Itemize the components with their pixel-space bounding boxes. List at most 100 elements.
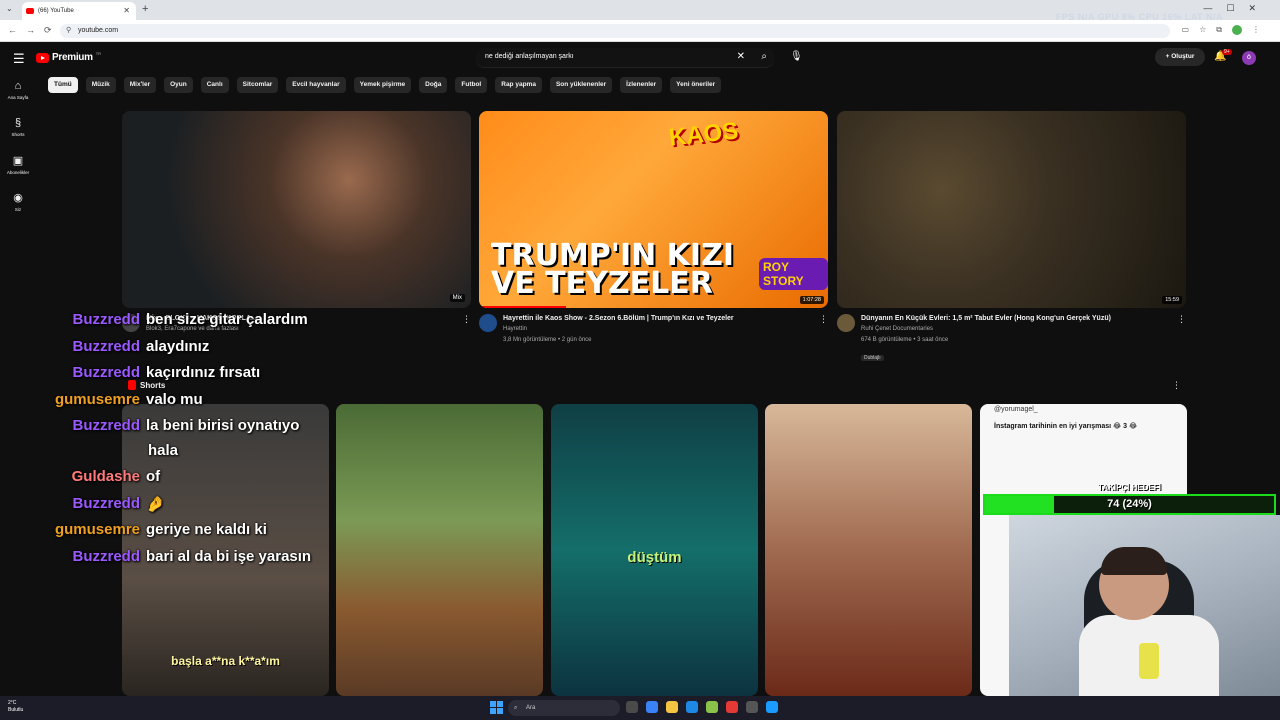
filter-chip[interactable]: İzlenenler [620, 77, 663, 93]
short-caption: düştüm [627, 549, 682, 566]
channel-name[interactable]: Hayrettin [503, 324, 828, 335]
taskbar-app-icon[interactable] [726, 701, 738, 713]
video-thumbnail[interactable]: 15:59 [837, 111, 1186, 308]
microphone-icon[interactable]: 🎙 [790, 51, 803, 62]
video-thumbnail[interactable]: KAOS TRUMP'IN KIZI VE TEYZELER ROY STORY … [479, 111, 828, 308]
sidebar-item[interactable]: ⌂ Ana Sayfa [0, 74, 36, 111]
youtube-premium-logo[interactable]: Premium TR [36, 51, 102, 63]
streamer-webcam [1009, 515, 1280, 696]
filter-chip[interactable]: Evcil hayvanlar [286, 77, 346, 93]
you-icon: ◉ [13, 192, 23, 204]
filter-chip[interactable]: Tümü [48, 77, 78, 93]
tab-title: (66) YouTube [38, 8, 74, 14]
search-input[interactable]: ne dediği anlaşılmayan şarkı ✕ ⌕ [475, 48, 775, 68]
chat-text: of [146, 468, 161, 485]
channel-name[interactable]: Ruhi Çenet Documentaries [861, 324, 1186, 335]
taskbar-app-icon[interactable] [766, 701, 778, 713]
search-icon[interactable]: ⌕ [761, 51, 767, 62]
clear-search-icon[interactable]: ✕ [737, 51, 745, 62]
taskbar-app-icon[interactable] [686, 701, 698, 713]
new-tab-icon[interactable]: + [142, 3, 148, 15]
video-title[interactable]: Hayrettin ile Kaos Show - 2.Sezon 6.Bölü… [503, 314, 828, 324]
filter-chip[interactable]: Sitcomlar [236, 77, 279, 93]
tab-menu-icon[interactable]: ⌄ [6, 4, 13, 13]
chat-message: Buzzredd ben size gitar çalardım [38, 311, 358, 338]
roy-story-logo: ROY STORY [759, 258, 828, 290]
back-icon[interactable]: ← [8, 25, 17, 35]
filter-chip[interactable]: Doğa [419, 77, 448, 93]
video-title[interactable]: Dünyanın En Küçük Evleri: 1,5 m² Tabut E… [861, 314, 1186, 324]
sidebar-item[interactable]: ▣ Abonelikler [0, 148, 36, 185]
chat-message: Buzzredd alaydınız [38, 338, 358, 365]
short-caption: başla a**na k**a*ım [171, 654, 280, 668]
taskbar-app-icon[interactable] [746, 701, 758, 713]
sidebar-item-label: Abonelikler [6, 170, 30, 175]
account-avatar[interactable]: ö [1242, 51, 1256, 65]
video-card[interactable]: KAOS TRUMP'IN KIZI VE TEYZELER ROY STORY … [479, 111, 828, 358]
browser-tab[interactable]: (66) YouTube ✕ [22, 2, 136, 20]
chat-text: ben size gitar çalardım [146, 311, 308, 328]
taskbar-app-icon[interactable] [626, 701, 638, 713]
chat-text: kaçırdınız fırsatı [146, 364, 261, 381]
channel-avatar[interactable] [479, 314, 497, 332]
weather-widget[interactable]: 2°C Bulutlu [8, 700, 23, 714]
bookmark-icon[interactable]: ☆ [1199, 25, 1206, 35]
chat-username: Buzzredd [72, 417, 141, 434]
taskbar-app-icon[interactable] [666, 701, 678, 713]
short-card[interactable] [765, 404, 972, 696]
hamburger-menu-icon[interactable]: ☰ [13, 51, 25, 67]
more-options-icon[interactable]: ⋮ [462, 314, 471, 325]
sidebar-item[interactable]: ◉ Siz [0, 185, 36, 222]
more-options-icon[interactable]: ⋮ [819, 314, 828, 325]
cast-icon[interactable]: ▭ [1182, 25, 1190, 35]
short-handle: @yorumagel_ [994, 406, 1038, 413]
filter-chip[interactable]: Mix'ler [123, 77, 157, 93]
streamer-hair [1101, 547, 1167, 575]
windows-start-icon[interactable] [490, 701, 503, 714]
logo-region: TR [95, 51, 102, 56]
filter-chip[interactable]: Futbol [455, 77, 488, 93]
subscriptions-icon: ▣ [12, 155, 24, 167]
create-button[interactable]: + Oluştur [1155, 48, 1205, 66]
forward-icon[interactable]: → [26, 25, 35, 35]
extensions-icon[interactable]: ⧉ [1216, 25, 1222, 35]
profile-avatar[interactable] [1232, 25, 1242, 35]
stream-chat-overlay: Buzzredd ben size gitar çalardım Buzzredd a… [38, 311, 358, 574]
taskbar-search[interactable]: Ara [508, 700, 620, 716]
chat-username: Buzzredd [72, 547, 141, 565]
youtube-favicon-icon [26, 8, 34, 14]
search-value: ne dediği anlaşılmayan şarkı [485, 53, 574, 60]
taskbar-app-icon[interactable] [706, 701, 718, 713]
filter-chip[interactable]: Yemek pişirme [353, 77, 412, 93]
follower-goal-title: TAKİPÇİ HEDEFİ [1098, 483, 1161, 492]
filter-chip[interactable]: Yeni öneriler [670, 77, 722, 93]
chat-username: Buzzredd [72, 494, 141, 512]
filter-chip[interactable]: Rap yapma [495, 77, 542, 93]
browser-menu-icon[interactable]: ⋮ [1252, 25, 1260, 35]
taskbar-apps [626, 701, 778, 713]
url-field[interactable]: ⚲ youtube.com [60, 24, 1170, 38]
more-options-icon[interactable]: ⋮ [1177, 314, 1186, 325]
filter-chip[interactable]: Oyun [164, 77, 193, 93]
chat-text: 🤌 [146, 495, 165, 513]
short-card[interactable] [336, 404, 543, 696]
reload-icon[interactable]: ⟳ [44, 25, 52, 36]
youtube-logo-icon [36, 52, 49, 63]
filter-chip[interactable]: Müzik [85, 77, 116, 93]
short-card[interactable]: düştüm [551, 404, 758, 696]
shorts-more-icon[interactable]: ⋮ [1172, 380, 1181, 391]
filter-chip[interactable]: Canlı [200, 77, 229, 93]
site-info-icon[interactable]: ⚲ [66, 24, 71, 38]
youtube-header: ☰ Premium TR ne dediği anlaşılmayan şark… [0, 42, 1280, 74]
chat-username: Buzzredd [72, 311, 141, 328]
taskbar-app-icon[interactable] [646, 701, 658, 713]
filter-chip[interactable]: Son yüklenenler [549, 77, 613, 93]
video-card[interactable]: 15:59 Dünyanın En Küçük Evleri: 1,5 m² T… [837, 111, 1186, 361]
notification-count-badge: 9+ [1222, 49, 1232, 55]
sidebar-item[interactable]: § Shorts [0, 111, 36, 148]
mini-sidebar: ⌂ Ana Sayfa § Shorts ▣ Abonelikler ◉ Siz [0, 74, 36, 222]
video-thumbnail[interactable]: Mix [122, 111, 471, 308]
channel-avatar[interactable] [837, 314, 855, 332]
chat-text: alaydınız [146, 337, 210, 355]
close-tab-icon[interactable]: ✕ [123, 6, 130, 15]
